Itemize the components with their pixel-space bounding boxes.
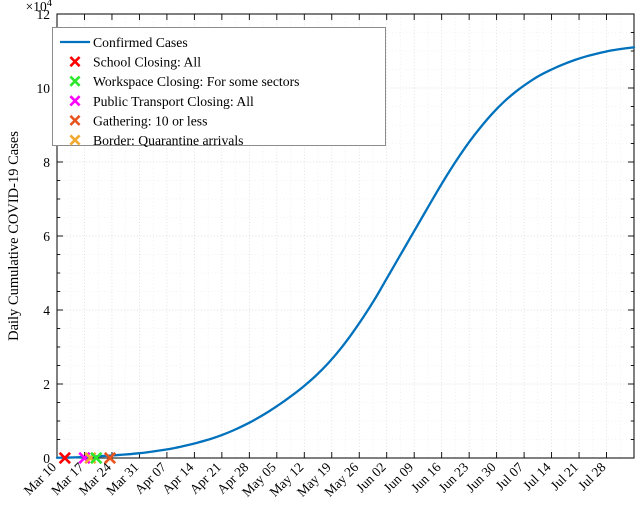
- legend-item-label: Confirmed Cases: [93, 35, 188, 50]
- y-tick-label: 4: [43, 303, 50, 318]
- y-tick-label: 10: [37, 81, 51, 96]
- covid-cumulative-cases-chart: 024681012 Mar 10Mar 17Mar 24Mar 31Apr 07…: [0, 0, 640, 515]
- y-tick-label: 2: [43, 377, 50, 392]
- legend-item-label: Border: Quarantine arrivals: [93, 133, 244, 148]
- legend-item-label: Gathering: 10 or less: [93, 113, 207, 128]
- exponent-base: ×10: [26, 0, 47, 14]
- y-axis-title: Daily Cumulative COVID-19 Cases: [6, 131, 22, 341]
- chart-legend: Confirmed Cases School Closing: All Worksp…: [52, 27, 386, 148]
- legend-item-label: School Closing: All: [93, 55, 201, 70]
- legend-item-label: Workspace Closing: For some sectors: [93, 74, 299, 89]
- y-tick-label: 6: [43, 229, 50, 244]
- y-tick-label: 8: [43, 155, 50, 170]
- exponent-power: 4: [47, 0, 53, 9]
- figure-canvas: 0 2 4 6 8 10 12 Mar 10 Mar 17 Mar 24 Mar 31 Apr 07…: [0, 0, 640, 515]
- legend-item-label: Public Transport Closing: All: [93, 94, 254, 109]
